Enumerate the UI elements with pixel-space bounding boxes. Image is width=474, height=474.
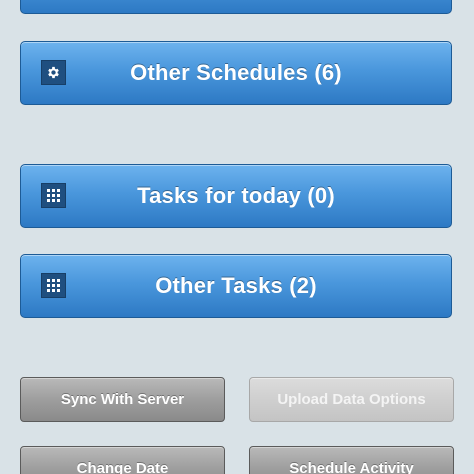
other-tasks-button[interactable]: Other Tasks (2) — [20, 254, 452, 318]
schedule-activity-button[interactable]: Schedule Activity — [249, 446, 454, 474]
tasks-for-today-label: Tasks for today (0) — [137, 183, 335, 208]
home-screen: Other Schedules (6) Tasks for today (0) — [0, 0, 474, 474]
tasks-for-today-button[interactable]: Tasks for today (0) — [20, 164, 452, 228]
upload-data-options-button[interactable]: Upload Data Options — [249, 377, 454, 422]
other-tasks-label: Other Tasks (2) — [155, 273, 317, 298]
top-menu-button-partial[interactable] — [20, 0, 452, 14]
change-date-button[interactable]: Change Date — [20, 446, 225, 474]
sync-with-server-button[interactable]: Sync With Server — [20, 377, 225, 422]
other-schedules-button[interactable]: Other Schedules (6) — [20, 41, 452, 105]
other-schedules-label: Other Schedules (6) — [130, 60, 342, 85]
